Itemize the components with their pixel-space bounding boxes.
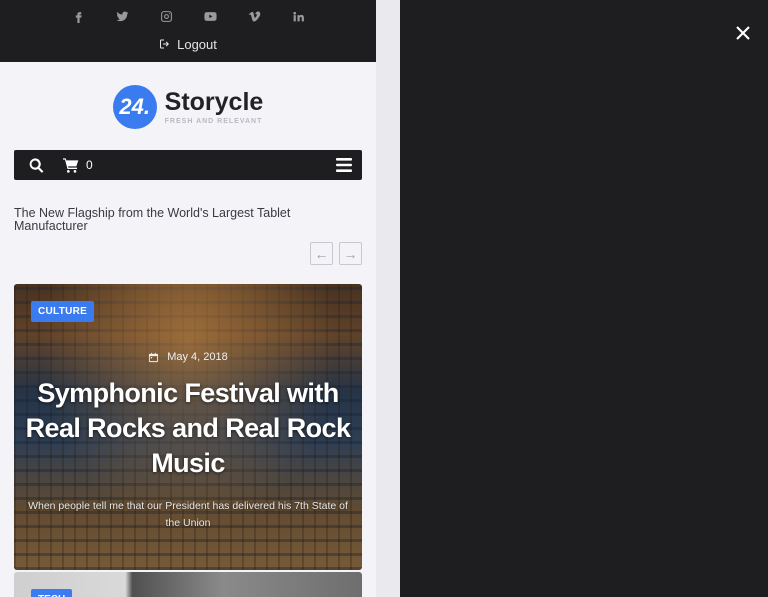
logo-text: Storycle FRESH AND RELEVANT — [165, 89, 264, 125]
vimeo-icon[interactable] — [232, 8, 276, 24]
top-bar: Logout — [0, 0, 376, 62]
article-date: May 4, 2018 — [14, 351, 362, 363]
ticker-controls: ← → — [310, 242, 362, 265]
site-tagline: FRESH AND RELEVANT — [164, 118, 263, 125]
site-logo[interactable]: 24. Storycle FRESH AND RELEVANT — [0, 83, 376, 131]
logout-icon — [160, 39, 170, 49]
linkedin-icon[interactable] — [276, 8, 320, 24]
twitter-icon[interactable] — [100, 8, 144, 24]
logout-link[interactable]: Logout — [0, 32, 376, 56]
search-icon[interactable] — [28, 157, 45, 174]
side-panel — [400, 0, 768, 597]
main-navbar: 0 — [14, 150, 362, 180]
cart-icon — [63, 158, 79, 173]
next-article-card[interactable]: TECH — [14, 572, 362, 597]
hamburger-menu-icon[interactable] — [336, 158, 352, 172]
social-links — [0, 0, 376, 32]
instagram-icon[interactable] — [144, 8, 188, 24]
logo-badge: 24. — [112, 85, 157, 129]
category-badge[interactable]: CULTURE — [31, 301, 95, 322]
news-ticker-headline[interactable]: The New Flagship from the World's Larges… — [14, 207, 324, 233]
site-name: Storycle — [164, 88, 264, 116]
article-date-text: May 4, 2018 — [167, 351, 228, 363]
calendar-icon — [149, 352, 159, 362]
logout-label: Logout — [177, 36, 217, 52]
article-excerpt: When people tell me that our President h… — [28, 500, 348, 529]
facebook-icon[interactable] — [56, 8, 100, 24]
article-title[interactable]: Symphonic Festival with Real Rocks and R… — [24, 376, 352, 481]
youtube-icon[interactable] — [188, 8, 232, 24]
cart-count: 0 — [86, 158, 93, 172]
mobile-page: Logout 24. Storycle FRESH AND RELEVANT 0… — [0, 0, 376, 597]
ticker-prev-button[interactable]: ← — [310, 242, 333, 265]
cart-button[interactable]: 0 — [62, 157, 93, 173]
category-badge[interactable]: TECH — [31, 589, 73, 597]
close-icon[interactable] — [734, 24, 752, 42]
ticker-next-button[interactable]: → — [339, 242, 362, 265]
panel-divider — [376, 0, 400, 597]
featured-article-card[interactable]: CULTURE May 4, 2018 Symphonic Festival w… — [14, 284, 362, 570]
